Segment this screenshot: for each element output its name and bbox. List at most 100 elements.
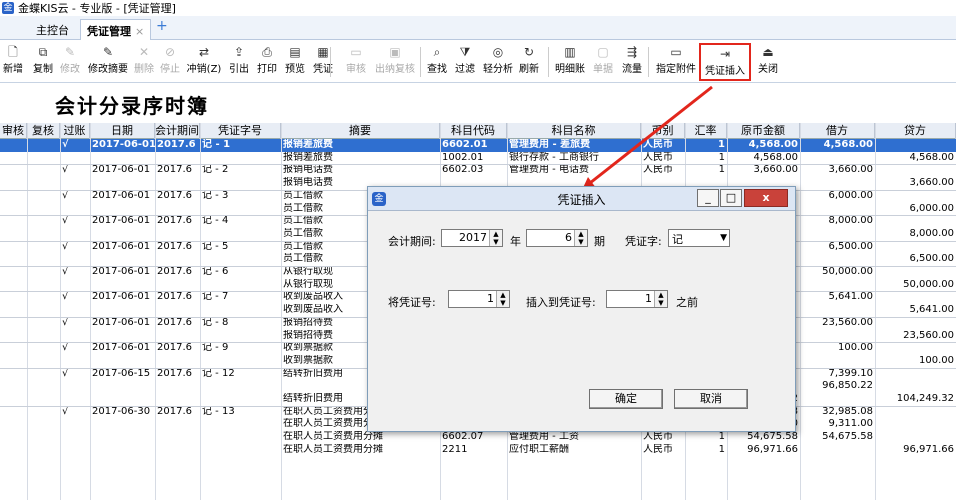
toolbar-button-voucher[interactable]: ▦ 凭证 <box>310 43 336 81</box>
column-header-date[interactable]: 日期 <box>90 123 155 139</box>
table-row[interactable]: √ 2017-06-01 2017.6 记 - 1 报销差旅费 6602.01 管理费用 -… <box>0 139 956 152</box>
table-row[interactable]: √ 2017-06-01 2017.6 记 - 2 报销电话费 6602.03 管理费用 -… <box>0 164 956 177</box>
stepper-arrows-icon[interactable]: ▲ ▼ <box>496 291 509 307</box>
add-tab-icon[interactable]: + <box>152 18 172 39</box>
toolbar-button-label: 审核 <box>346 64 366 75</box>
column-header-posted[interactable]: 过账 <box>60 123 90 139</box>
cell-account: 管理费用 - 电话费 <box>509 164 589 176</box>
column-header-currency[interactable]: 币别 <box>641 123 685 139</box>
voucher-word-select[interactable]: 记 ▼ <box>668 229 730 247</box>
edit-summary-icon: ✎ <box>102 45 114 59</box>
cell-code: 2211 <box>442 443 468 455</box>
stepper-arrows-icon[interactable]: ▲ ▼ <box>489 230 502 246</box>
cell-debit: 7,399.10 <box>828 367 873 379</box>
column-header-review[interactable]: 复核 <box>27 123 60 139</box>
cell-currency: 人民币 <box>643 139 673 150</box>
toolbar-button-document[interactable]: ▢ 单据 <box>590 43 616 81</box>
toolbar-button-export[interactable]: ⇪ 引出 <box>226 43 252 81</box>
table-row[interactable]: 报销差旅费 1002.01 银行存款 - 工商银行 人民币 1 4,568.00 4,568… <box>0 152 956 165</box>
toolbar-button-edit[interactable]: ✎ 修改 <box>58 43 82 81</box>
grid-header: 审核 复核 过账 日期 会计期间 凭证字号 摘要 科目代码 科目名称 币别 汇率 原币金额 借方 贷方 <box>0 123 956 139</box>
toolbar-button-insert[interactable]: ⇥ 凭证插入 <box>699 43 751 81</box>
toolbar-button-label: 关闭 <box>758 64 778 75</box>
stepper-arrows-icon[interactable]: ▲ ▼ <box>654 291 667 307</box>
toolbar-button-edit-summary[interactable]: ✎ 修改摘要 <box>86 43 130 81</box>
toolbar-button-new[interactable]: 🗋 新增 <box>2 43 24 81</box>
cell-voucher: 记 - 7 <box>202 291 229 303</box>
minimize-button[interactable]: _ <box>697 189 719 207</box>
toolbar-button-filter[interactable]: ⧩ 过滤 <box>452 43 478 81</box>
cell-date: 2017-06-01 <box>92 266 151 277</box>
insert-to-label: 插入到凭证号: <box>526 296 596 309</box>
toolbar-button-find[interactable]: ⌕ 查找 <box>424 43 450 81</box>
close-button[interactable]: x <box>744 189 788 207</box>
filter-icon: ⧩ <box>459 45 471 59</box>
window-titlebar: 金 金蝶KIS云 - 专业版 - [凭证管理] <box>0 0 956 16</box>
toolbar-button-close[interactable]: ⏏ 关闭 <box>754 43 782 81</box>
cell-currency: 人民币 <box>643 431 673 443</box>
tab-main-console[interactable]: 主控台 <box>30 19 75 40</box>
column-header-credit[interactable]: 贷方 <box>875 123 956 139</box>
maximize-button[interactable]: □ <box>720 189 742 207</box>
column-header-voucher[interactable]: 凭证字号 <box>200 123 281 139</box>
toolbar-button-label: 复制 <box>33 64 53 75</box>
cell-credit: 104,249.32 <box>896 393 954 404</box>
cell-debit: 8,000.00 <box>828 215 873 227</box>
toolbar-button-audit[interactable]: ▭ 审核 <box>342 43 370 81</box>
report-title: 会计分录序时簿 <box>55 94 209 118</box>
move-voucher-value: 1 <box>487 292 494 305</box>
cell-posted: √ <box>62 240 69 252</box>
grid-column-divider <box>200 123 201 500</box>
table-row[interactable]: 在职人员工资费用分摊 6602.07 管理费用 - 工资 人民币 1 54,675.58 5… <box>0 431 956 444</box>
insert-to-stepper[interactable]: 1 ▲ ▼ <box>606 290 668 308</box>
period-value: 6 <box>565 231 572 244</box>
ok-button[interactable]: 确定 <box>589 389 663 409</box>
toolbar-button-stop[interactable]: ⊘ 停止 <box>158 43 182 81</box>
toolbar-button-flow[interactable]: ⇶ 流量 <box>618 43 646 81</box>
year-stepper[interactable]: 2017 ▲ ▼ <box>441 229 503 247</box>
column-header-account[interactable]: 科目名称 <box>507 123 641 139</box>
column-header-summary[interactable]: 摘要 <box>281 123 440 139</box>
cell-credit: 100.00 <box>919 354 954 366</box>
cell-credit <box>875 164 956 177</box>
toolbar-button-copy[interactable]: ⧉ 复制 <box>30 43 56 81</box>
grid-column-divider <box>90 123 91 500</box>
toolbar-button-preview[interactable]: ▤ 预览 <box>282 43 308 81</box>
find-icon: ⌕ <box>433 45 441 59</box>
stop-icon: ⊘ <box>164 45 176 59</box>
toolbar-button-print[interactable]: ⎙ 打印 <box>254 43 280 81</box>
column-header-period[interactable]: 会计期间 <box>155 123 200 139</box>
cell-currency: 人民币 <box>643 164 673 176</box>
column-header-rate[interactable]: 汇率 <box>685 123 727 139</box>
toolbar-button-attachment[interactable]: ▭ 指定附件 <box>652 43 700 81</box>
cell-date: 2017-06-01 <box>92 291 151 303</box>
cell-credit: 6,500.00 <box>909 253 954 265</box>
tab-voucher-management[interactable]: 凭证管理 × <box>80 19 152 40</box>
period-stepper[interactable]: 6 ▲ ▼ <box>526 229 588 247</box>
cell-credit: 3,660.00 <box>909 177 954 189</box>
toolbar-button-cashier-review[interactable]: ▣ 出纳复核 <box>372 43 418 81</box>
cell-rate: 1 <box>718 431 725 443</box>
cell-amount: 4,568.00 <box>748 139 798 150</box>
column-header-amount[interactable]: 原币金额 <box>727 123 800 139</box>
column-header-audit[interactable]: 审核 <box>0 123 27 139</box>
voucher-icon: ▦ <box>317 45 329 59</box>
cell-debit: 6,000.00 <box>828 189 873 201</box>
stepper-arrows-icon[interactable]: ▲ ▼ <box>574 230 587 246</box>
table-row[interactable]: 在职人员工资费用分摊 2211 应付职工薪酬 人民币 1 96,971.66 96,971.… <box>0 444 956 457</box>
cancel-button[interactable]: 取消 <box>674 389 748 409</box>
tab-close-icon[interactable]: × <box>135 25 144 38</box>
column-header-code[interactable]: 科目代码 <box>440 123 507 139</box>
cell-voucher: 记 - 3 <box>202 189 229 201</box>
move-voucher-stepper[interactable]: 1 ▲ ▼ <box>448 290 510 308</box>
toolbar-button-analysis[interactable]: ◎ 轻分析 <box>482 43 514 81</box>
toolbar-button-refresh[interactable]: ↻ 刷新 <box>516 43 542 81</box>
toolbar-button-label: 删除 <box>134 64 154 75</box>
toolbar-button-reverse[interactable]: ⇄ 冲销(Z) <box>184 43 224 81</box>
cell-date: 2017-06-15 <box>92 367 151 379</box>
grid-group-divider <box>0 164 956 166</box>
column-header-debit[interactable]: 借方 <box>800 123 875 139</box>
toolbar-button-delete[interactable]: ✕ 删除 <box>132 43 156 81</box>
toolbar-button-ledger[interactable]: ▥ 明细账 <box>552 43 588 81</box>
cell-summary: 报销电话费 <box>283 164 333 176</box>
